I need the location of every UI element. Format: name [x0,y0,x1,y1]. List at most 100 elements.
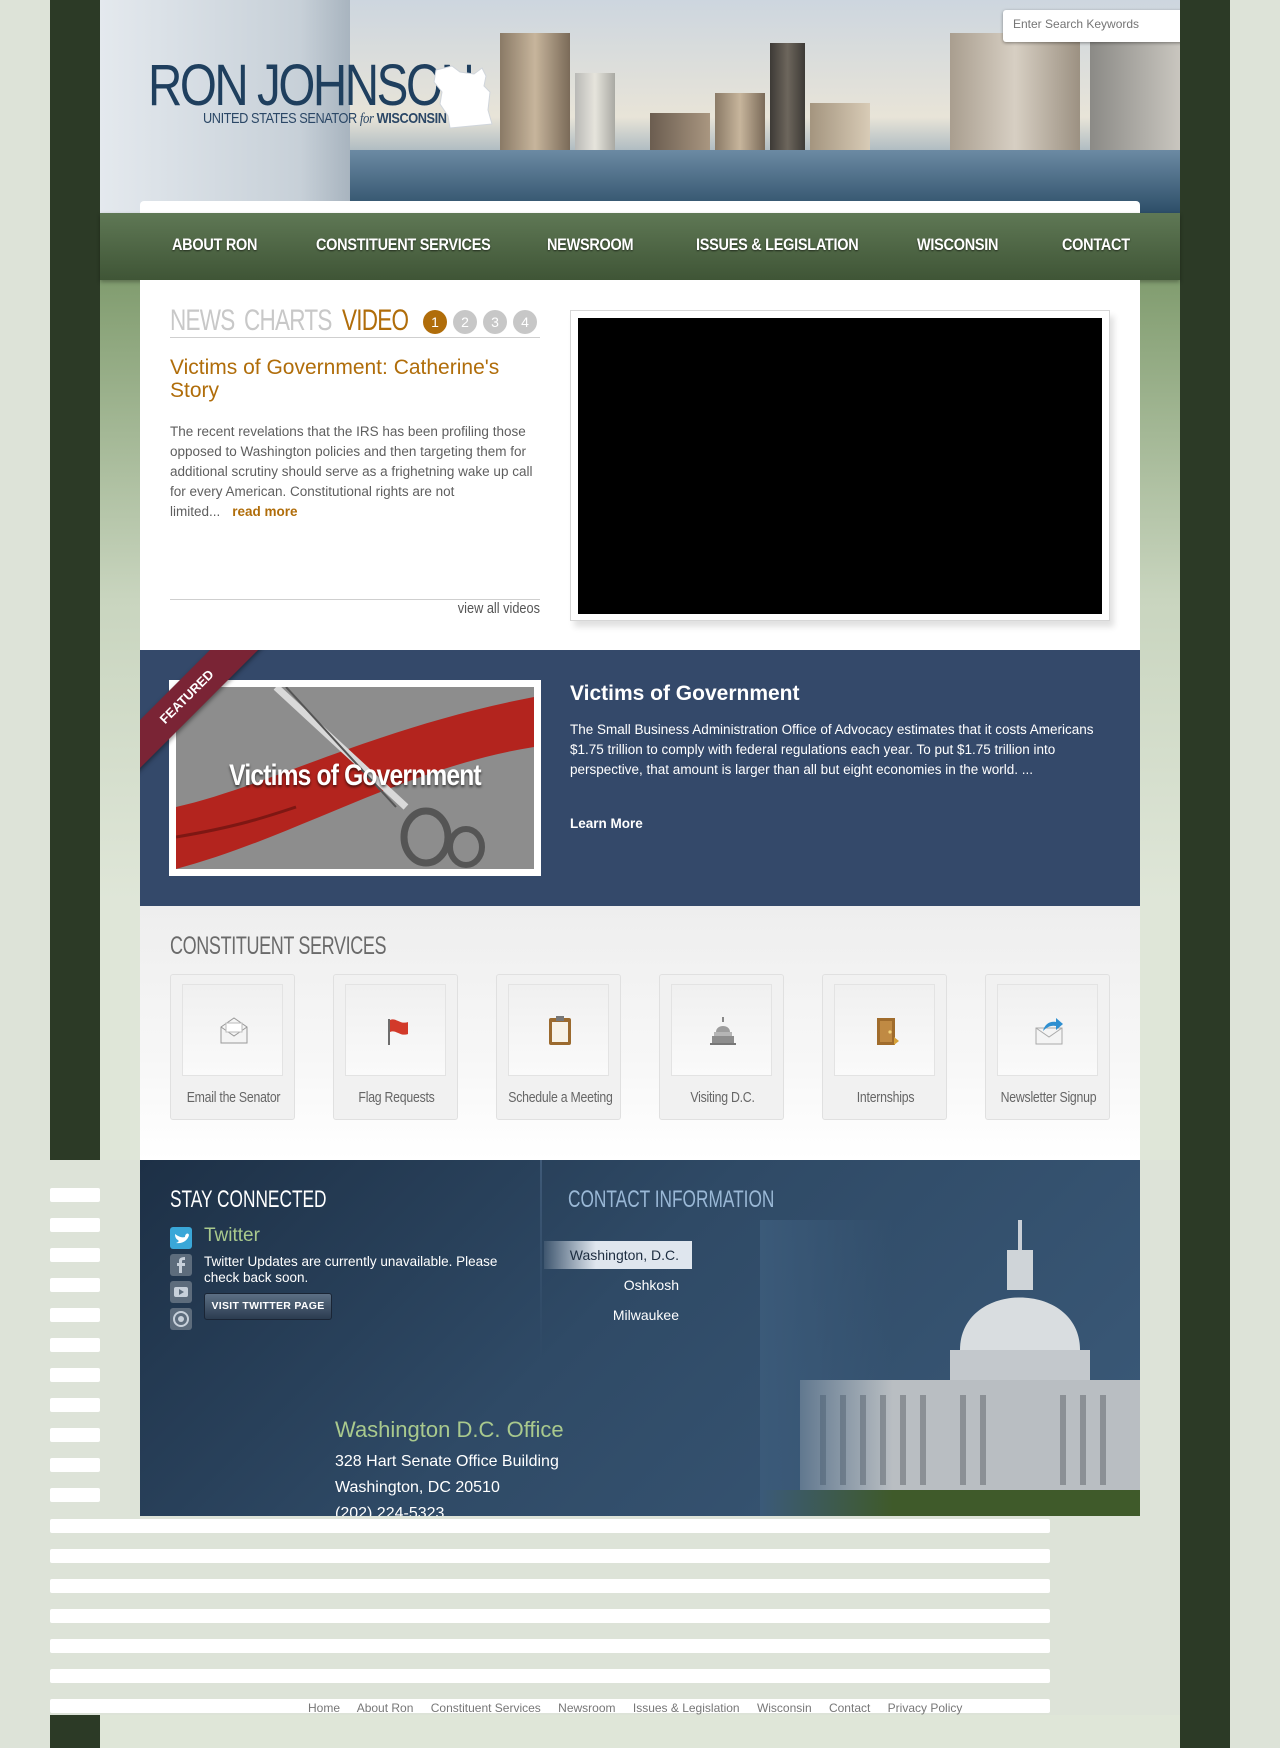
nav-newsroom[interactable]: NEWSROOM [547,235,634,255]
logo-name[interactable]: RON JOHNSON [148,52,475,119]
footer-link-about-ron[interactable]: About Ron [357,1701,414,1715]
read-more-link[interactable]: read more [232,504,297,519]
featured-image[interactable]: Victims of Government [176,687,534,869]
service-label: Internships [856,1089,915,1106]
decorative-stripe [50,1428,100,1442]
nav-constituent-services[interactable]: CONSTITUENT SERVICES [316,235,491,255]
tab-divider [170,337,540,338]
decorative-stripe [50,1458,100,1472]
service-flag-requests[interactable]: Flag Requests [333,974,458,1120]
service-internships[interactable]: Internships [822,974,947,1120]
service-email-senator[interactable]: Email the Senator [170,974,295,1120]
tab-news[interactable]: NEWS [170,304,235,338]
service-icon-well [997,984,1098,1076]
footer-link-issues-legislation[interactable]: Issues & Legislation [633,1701,740,1715]
clipboard-icon [549,1016,571,1045]
footer-link-home[interactable]: Home [308,1701,340,1715]
service-icon-well [671,984,772,1076]
capitol-building-image [760,1220,1140,1516]
office-name: Washington D.C. Office [335,1417,564,1442]
service-label: Visiting D.C. [690,1089,755,1106]
main-nav: ABOUT RON CONSTITUENT SERVICES NEWSROOM … [100,213,1180,280]
decorative-stripe [50,1488,100,1502]
envelope-icon [220,1017,248,1044]
office-tab-washington[interactable]: Washington, D.C. [570,1247,679,1263]
story-title[interactable]: Victims of Government: Catherine's Story [170,356,540,402]
decorative-stripe [50,1519,1050,1533]
office-phone: (202) 224-5323 [335,1505,445,1516]
decorative-stripe [50,1188,100,1202]
media-panel: NEWS CHARTS VIDEO 1 2 3 4 Victims of Gov… [140,280,1140,650]
nav-wisconsin[interactable]: WISCONSIN [917,235,998,255]
right-side-band [1180,0,1230,1748]
facebook-icon[interactable] [170,1254,192,1276]
decorative-stripe [50,1669,1050,1683]
services-title: CONSTITUENT SERVICES [170,932,387,960]
pager-4[interactable]: 4 [513,310,537,334]
decorative-stripe [50,1549,1050,1563]
header-banner: RON JOHNSON UNITED STATES SENATOR for WI… [100,0,1180,213]
decorative-stripe [50,1368,100,1382]
search-input[interactable] [1013,17,1180,31]
office-tab-milwaukee[interactable]: Milwaukee [613,1307,679,1323]
connect-section: STAY CONNECTED Twitter Twitter Updates a… [140,1160,1140,1516]
footer-link-contact[interactable]: Contact [829,1701,870,1715]
service-label: Flag Requests [358,1089,435,1106]
mail-forward-icon [1035,1018,1063,1045]
office-tab-oshkosh[interactable]: Oshkosh [624,1277,679,1293]
office-address-line2: Washington, DC 20510 [335,1479,500,1496]
service-visiting-dc[interactable]: Visiting D.C. [659,974,784,1120]
pager-2[interactable]: 2 [453,310,477,334]
story-body: The recent revelations that the IRS has … [170,422,542,522]
view-all-videos-link[interactable]: view all videos [455,600,540,617]
search-box[interactable] [1003,10,1180,42]
video-player-frame [570,310,1110,621]
nav-top-strip [140,201,1140,213]
logo-sub-for: for [359,111,374,127]
service-icon-well [345,984,446,1076]
service-schedule-meeting[interactable]: Schedule a Meeting [496,974,621,1120]
flag-icon [388,1019,408,1045]
decorative-stripe [50,1338,100,1352]
learn-more-link[interactable]: Learn More [570,816,643,831]
visit-twitter-button[interactable]: VISIT TWITTER PAGE [204,1293,332,1320]
service-newsletter-signup[interactable]: Newsletter Signup [985,974,1110,1120]
twitter-status-message: Twitter Updates are currently unavailabl… [204,1254,498,1285]
footer-link-privacy-policy[interactable]: Privacy Policy [888,1701,963,1715]
service-icon-well [182,984,283,1076]
nav-about-ron[interactable]: ABOUT RON [172,235,257,255]
pager-3[interactable]: 3 [483,310,507,334]
logo-subtitle: UNITED STATES SENATOR for WISCONSIN [203,110,447,128]
featured-section: Victims of Government FEATURED Victims o… [140,650,1140,906]
decorative-stripe [50,1579,1050,1593]
decorative-stripe [50,1398,100,1412]
service-label: Newsletter Signup [1000,1089,1097,1106]
twitter-icon[interactable] [170,1227,192,1249]
footer-links: Home About Ron Constituent Services News… [308,1701,976,1715]
tab-charts[interactable]: CHARTS [244,304,332,338]
tab-video[interactable]: VIDEO [342,304,409,338]
wisconsin-shape-icon [433,65,493,129]
featured-image-frame[interactable]: Victims of Government [169,680,541,876]
featured-body: The Small Business Administration Office… [570,722,1094,777]
footer-link-wisconsin[interactable]: Wisconsin [757,1701,812,1715]
flickr-icon[interactable] [170,1308,192,1330]
story-body-text: The recent revelations that the IRS has … [170,424,533,519]
decorative-stripe [50,1639,1050,1653]
stay-connected-title: STAY CONNECTED [170,1186,327,1213]
nav-issues-legislation[interactable]: ISSUES & LEGISLATION [696,235,859,255]
service-label: Email the Senator [186,1089,281,1106]
connect-divider [540,1160,542,1360]
featured-title[interactable]: Victims of Government [570,682,800,706]
pager-1[interactable]: 1 [423,310,447,334]
nav-contact[interactable]: CONTACT [1062,235,1130,255]
capitol-icon [710,1017,736,1045]
video-player[interactable] [578,318,1102,614]
contact-information-title: CONTACT INFORMATION [568,1186,775,1213]
decorative-stripe [50,1609,1050,1623]
footer-link-constituent-services[interactable]: Constituent Services [431,1701,541,1715]
youtube-icon[interactable] [170,1281,192,1303]
constituent-services-section: CONSTITUENT SERVICES Email the Senator F… [140,906,1140,1160]
decorative-stripe [50,1218,100,1232]
footer-link-newsroom[interactable]: Newsroom [558,1701,615,1715]
